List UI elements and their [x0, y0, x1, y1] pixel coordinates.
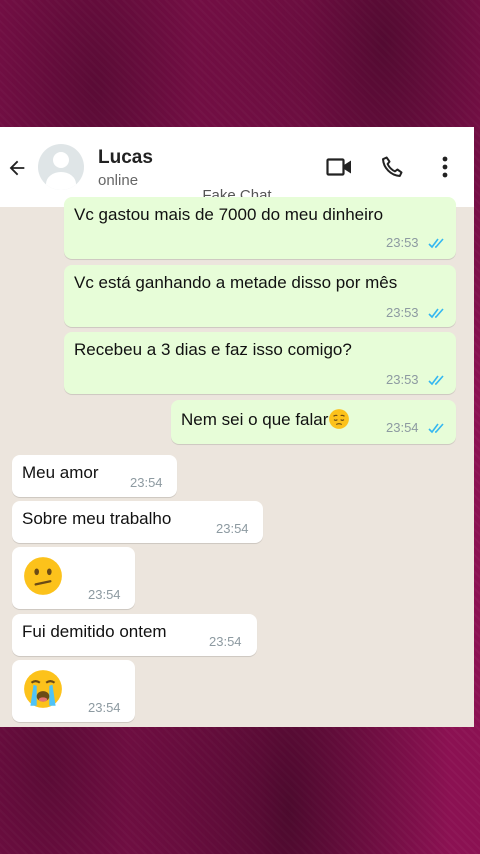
- message-text: Fui demitido ontem: [22, 622, 167, 641]
- read-ticks-icon: [428, 238, 444, 249]
- more-vert-icon[interactable]: [440, 155, 450, 179]
- read-ticks-icon: [428, 375, 444, 386]
- message-bubble-outgoing[interactable]: Recebeu a 3 dias e faz isso comigo? 23:5…: [64, 332, 456, 394]
- message-time: 23:54: [130, 475, 163, 490]
- chat-screenshot: Lucas online Fake Chat Vc gastou mais de…: [0, 127, 474, 727]
- back-arrow-icon[interactable]: [6, 157, 28, 179]
- message-bubble-incoming[interactable]: 23:54: [12, 547, 135, 609]
- message-time: 23:53: [386, 305, 419, 320]
- loudly-crying-face-icon: [24, 670, 62, 708]
- pensive-face-icon: [329, 409, 350, 429]
- message-time: 23:54: [88, 587, 121, 602]
- message-text: Sobre meu trabalho: [22, 509, 172, 528]
- message-bubble-outgoing[interactable]: Vc está ganhando a metade disso por mês …: [64, 265, 456, 327]
- message-bubble-incoming[interactable]: 23:54: [12, 660, 135, 722]
- message-bubble-outgoing[interactable]: Nem sei o que falar 23:54: [171, 400, 456, 444]
- message-text: Nem sei o que falar: [181, 408, 350, 430]
- phone-icon[interactable]: [380, 155, 404, 179]
- contact-name[interactable]: Lucas: [98, 147, 153, 169]
- message-list: Vc gastou mais de 7000 do meu dinheiro 2…: [0, 197, 474, 727]
- message-text: Vc gastou mais de 7000 do meu dinheiro: [74, 205, 384, 224]
- message-time: 23:53: [386, 372, 419, 387]
- message-text: Vc está ganhando a metade disso por mês: [74, 273, 398, 292]
- chat-header: Lucas online Fake Chat: [0, 127, 474, 207]
- message-text: Meu amor: [22, 463, 99, 482]
- read-ticks-icon: [428, 423, 444, 434]
- message-text: Recebeu a 3 dias e faz isso comigo?: [74, 340, 352, 359]
- confused-face-icon: [24, 557, 62, 595]
- message-bubble-outgoing[interactable]: Vc gastou mais de 7000 do meu dinheiro 2…: [64, 197, 456, 259]
- message-bubble-incoming[interactable]: Fui demitido ontem 23:54: [12, 614, 257, 656]
- message-time: 23:53: [386, 235, 419, 250]
- message-time: 23:54: [209, 634, 242, 649]
- message-text-content: Nem sei o que falar: [181, 410, 329, 429]
- message-bubble-incoming[interactable]: Sobre meu trabalho 23:54: [12, 501, 263, 543]
- message-bubble-incoming[interactable]: Meu amor 23:54: [12, 455, 177, 497]
- video-call-icon[interactable]: [326, 157, 352, 177]
- message-time: 23:54: [216, 521, 249, 536]
- read-ticks-icon: [428, 308, 444, 319]
- message-time: 23:54: [88, 700, 121, 715]
- avatar[interactable]: [38, 144, 84, 190]
- message-time: 23:54: [386, 420, 419, 435]
